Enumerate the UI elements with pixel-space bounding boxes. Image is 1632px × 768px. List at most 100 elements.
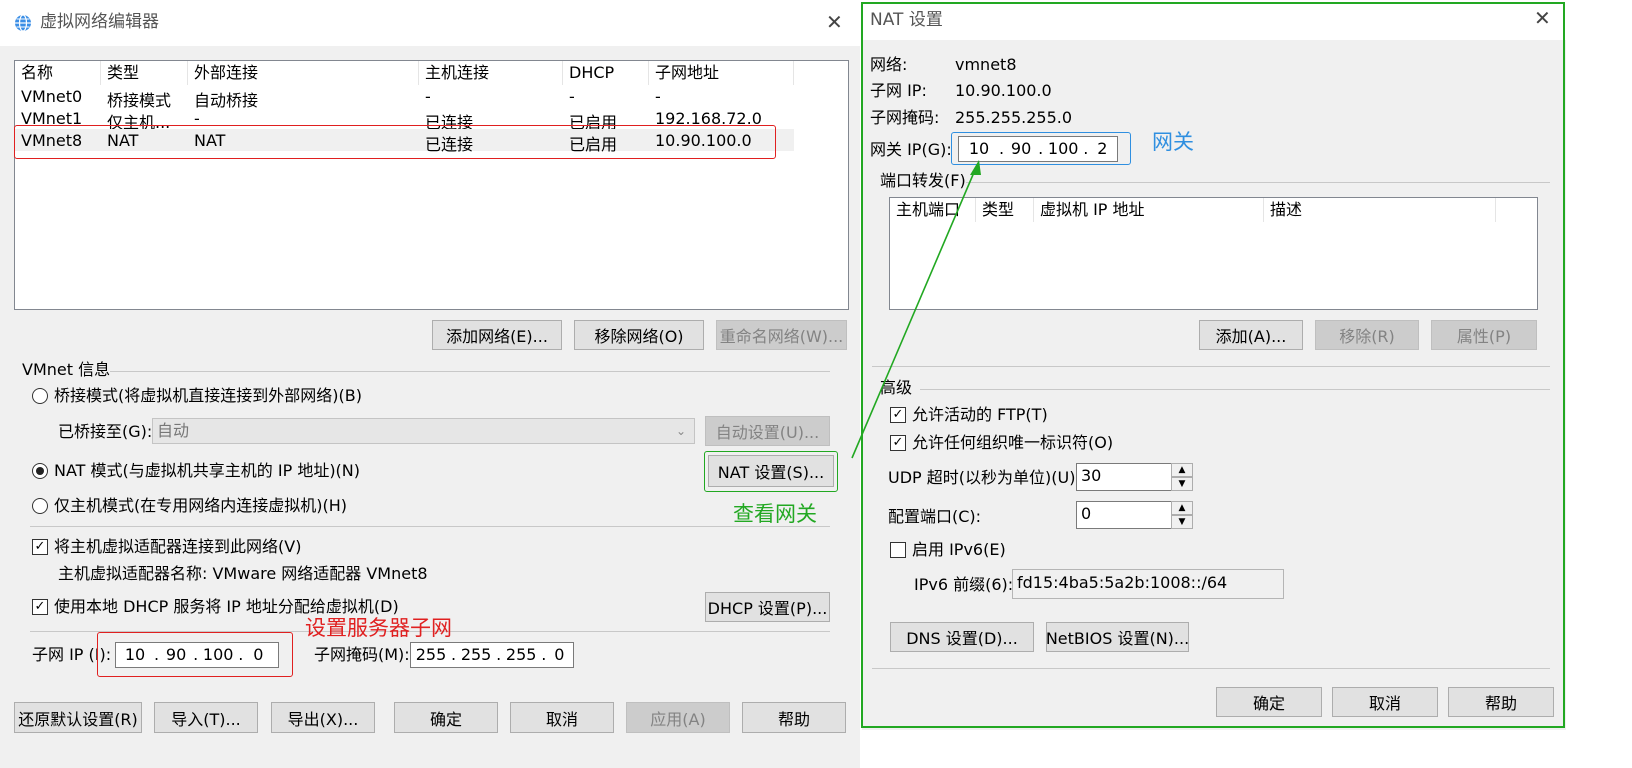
- enable-ipv6-label[interactable]: 启用 IPv6(E): [912, 540, 1006, 560]
- export-button[interactable]: 导出(X)...: [271, 702, 375, 733]
- title-bar: 虚拟网络编辑器 ✕: [0, 0, 860, 46]
- column-header-host-port[interactable]: 主机端口: [890, 198, 976, 222]
- subnet-mask-label: 子网掩码:: [870, 108, 940, 127]
- nat-mode-radio[interactable]: [32, 463, 48, 479]
- udp-timeout-up-icon[interactable]: ▲: [1171, 463, 1193, 477]
- table-row[interactable]: VMnet0 桥接模式 自动桥接 - - -: [15, 85, 794, 110]
- connect-adapter-label[interactable]: 将主机虚拟适配器连接到此网络(V): [54, 537, 301, 557]
- bridge-mode-label[interactable]: 桥接模式(将虚拟机直接连接到外部网络)(B): [54, 386, 362, 406]
- chevron-down-icon: ⌄: [675, 424, 686, 438]
- subnet-mask-field[interactable]: 255. 255. 255. 0: [410, 642, 574, 668]
- cell-subnet: -: [655, 87, 661, 106]
- separator: [872, 366, 1550, 367]
- allow-oui-checkbox[interactable]: ✓: [890, 435, 906, 451]
- column-header-name[interactable]: 名称: [15, 61, 101, 85]
- network-list[interactable]: 名称 类型 外部连接 主机连接 DHCP 子网地址 VMnet0 桥接模式 自动…: [14, 60, 849, 310]
- ipv6-prefix-value: fd15:4ba5:5a2b:1008::/64: [1017, 573, 1228, 592]
- config-port-label: 配置端口(C):: [888, 507, 982, 526]
- window-title: 虚拟网络编辑器: [40, 12, 159, 32]
- netbios-settings-button[interactable]: NetBIOS 设置(N)...: [1046, 622, 1189, 652]
- host-only-label[interactable]: 仅主机模式(在专用网络内连接虚拟机)(H): [54, 496, 347, 516]
- column-header-vm-ip[interactable]: 虚拟机 IP 地址: [1034, 198, 1264, 222]
- subnet-mask-label: 子网掩码(M):: [314, 645, 410, 664]
- udp-timeout-value: 30: [1081, 466, 1102, 485]
- help-button[interactable]: 帮助: [742, 702, 846, 733]
- add-network-button[interactable]: 添加网络(E)...: [432, 320, 562, 350]
- vmnet-info-heading: VMnet 信息: [22, 360, 111, 379]
- group-divider: [110, 371, 830, 372]
- cell-dhcp: -: [569, 87, 575, 106]
- dhcp-settings-button[interactable]: DHCP 设置(P)...: [705, 592, 830, 622]
- cell-name: VMnet0: [21, 87, 83, 106]
- config-port-field[interactable]: 0: [1076, 501, 1172, 529]
- column-header-type[interactable]: 类型: [101, 61, 188, 85]
- nat-mode-label[interactable]: NAT 模式(与虚拟机共享主机的 IP 地址)(N): [54, 461, 360, 481]
- separator: [30, 526, 830, 527]
- remove-port-button[interactable]: 移除(R): [1315, 320, 1419, 350]
- port-properties-button[interactable]: 属性(P): [1431, 320, 1537, 350]
- vmnet8-row-highlight: [14, 125, 776, 159]
- use-dhcp-label[interactable]: 使用本地 DHCP 服务将 IP 地址分配给虚拟机(D): [54, 597, 399, 617]
- column-header-dhcp[interactable]: DHCP: [563, 61, 649, 85]
- column-header-external[interactable]: 外部连接: [188, 61, 419, 85]
- nat-settings-window: NAT 设置 ✕ 网络: vmnet8 子网 IP: 10.90.100.0 子…: [862, 0, 1566, 730]
- bridged-to-label: 已桥接至(G):: [58, 422, 153, 441]
- cancel-button[interactable]: 取消: [510, 702, 614, 733]
- gateway-annotation: 网关: [1152, 130, 1194, 154]
- rename-network-button[interactable]: 重命名网络(W)...: [716, 320, 847, 350]
- separator: [872, 668, 1550, 669]
- adapter-name-text: 主机虚拟适配器名称: VMware 网络适配器 VMnet8: [58, 564, 428, 583]
- udp-timeout-down-icon[interactable]: ▼: [1171, 477, 1193, 491]
- allow-ftp-label[interactable]: 允许活动的 FTP(T): [912, 405, 1048, 425]
- allow-ftp-checkbox[interactable]: ✓: [890, 407, 906, 423]
- allow-oui-label[interactable]: 允许任何组织唯一标识符(O): [912, 433, 1113, 453]
- close-icon[interactable]: ✕: [1534, 8, 1551, 28]
- ip-octet: 255: [460, 645, 492, 664]
- connect-adapter-checkbox[interactable]: ✓: [32, 539, 48, 555]
- column-header-type[interactable]: 类型: [976, 198, 1034, 222]
- import-button[interactable]: 导入(T)...: [154, 702, 258, 733]
- port-forwarding-heading: 端口转发(F): [880, 171, 966, 190]
- subnet-mask-value: 255.255.255.0: [955, 108, 1073, 127]
- gateway-ip-highlight: [951, 132, 1131, 165]
- config-port-up-icon[interactable]: ▲: [1171, 501, 1193, 515]
- bridged-to-select[interactable]: 自动 ⌄: [152, 418, 695, 444]
- column-header-subnet[interactable]: 子网地址: [649, 61, 794, 85]
- ok-button[interactable]: 确定: [1216, 687, 1322, 717]
- cell-host: -: [425, 87, 431, 106]
- host-only-radio[interactable]: [32, 498, 48, 514]
- group-divider: [966, 182, 1550, 183]
- ipv6-prefix-label: IPv6 前缀(6):: [914, 575, 1014, 594]
- restore-defaults-button[interactable]: 还原默认设置(R): [14, 702, 142, 733]
- remove-network-button[interactable]: 移除网络(O): [574, 320, 704, 350]
- enable-ipv6-checkbox[interactable]: [890, 542, 906, 558]
- use-dhcp-checkbox[interactable]: ✓: [32, 599, 48, 615]
- dns-settings-button[interactable]: DNS 设置(D)...: [890, 622, 1034, 652]
- ok-button[interactable]: 确定: [394, 702, 498, 733]
- gateway-ip-label: 网关 IP(G):: [870, 140, 952, 159]
- cancel-button[interactable]: 取消: [1332, 687, 1438, 717]
- column-header-host[interactable]: 主机连接: [419, 61, 563, 85]
- bridge-mode-radio[interactable]: [32, 388, 48, 404]
- add-port-button[interactable]: 添加(A)...: [1199, 320, 1303, 350]
- config-port-down-icon[interactable]: ▼: [1171, 515, 1193, 529]
- network-label: 网络:: [870, 55, 908, 74]
- ip-octet: 0: [554, 645, 565, 664]
- close-icon[interactable]: ✕: [826, 12, 843, 32]
- ipv6-prefix-field[interactable]: fd15:4ba5:5a2b:1008::/64: [1012, 569, 1284, 599]
- group-divider: [920, 389, 1550, 390]
- udp-timeout-label: UDP 超时(以秒为单位)(U):: [888, 468, 1081, 487]
- subnet-ip-label: 子网 IP:: [870, 81, 927, 100]
- apply-button[interactable]: 应用(A): [626, 702, 730, 733]
- port-forwarding-list[interactable]: 主机端口 类型 虚拟机 IP 地址 描述: [889, 197, 1538, 310]
- network-value: vmnet8: [955, 55, 1017, 74]
- help-button[interactable]: 帮助: [1448, 687, 1554, 717]
- udp-timeout-field[interactable]: 30: [1076, 463, 1172, 491]
- auto-settings-button[interactable]: 自动设置(U)...: [705, 416, 830, 446]
- title-bar: NAT 设置 ✕: [862, 0, 1566, 40]
- globe-icon: [15, 14, 31, 32]
- nat-settings-highlight: [704, 451, 838, 492]
- subnet-ip-highlight: [97, 632, 293, 677]
- column-header-description[interactable]: 描述: [1264, 198, 1496, 222]
- ip-octet: 255: [415, 645, 447, 664]
